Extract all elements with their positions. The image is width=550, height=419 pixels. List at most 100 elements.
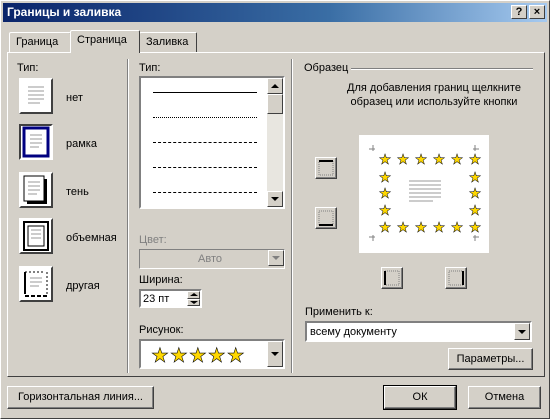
type-shadow-icon: [23, 175, 47, 204]
type-3d-label: объемная: [66, 232, 117, 244]
arrow-up-icon: [271, 84, 279, 88]
line-style-solid[interactable]: [153, 92, 257, 93]
options-button[interactable]: Параметры...: [448, 348, 533, 370]
bottom-border-icon: [318, 210, 334, 226]
type-shadow-button[interactable]: [19, 172, 53, 208]
tab-page-border-label: Страница: [77, 34, 127, 46]
close-button[interactable]: ×: [529, 5, 545, 19]
bottom-border-button[interactable]: [315, 207, 337, 229]
type-3d-icon: [23, 221, 49, 251]
art-value: ★★★★★: [151, 345, 246, 368]
preview-heading: Образец: [304, 62, 349, 74]
preview-star: ★: [397, 151, 410, 167]
preview-heading-line: [351, 68, 533, 70]
preview-star: ★: [469, 151, 482, 167]
apply-to-dropdown-button[interactable]: [514, 323, 530, 340]
corner-mark-top-left: [369, 145, 375, 151]
tab-shading[interactable]: Заливка: [139, 32, 197, 52]
scroll-down-button[interactable]: [267, 191, 283, 207]
line-style-list[interactable]: [139, 76, 285, 209]
top-border-icon: [318, 160, 334, 176]
cancel-button[interactable]: Отмена: [468, 386, 541, 409]
preview-star: ★: [451, 151, 464, 167]
color-dropdown[interactable]: Авто: [139, 249, 285, 269]
tab-border-label: Граница: [16, 36, 59, 48]
type-none-icon: [28, 86, 44, 104]
line-style-long-dash[interactable]: [153, 167, 257, 168]
tab-panel: Тип: нет рамка тень объемная другая Тип:…: [7, 52, 545, 377]
line-style-dotted[interactable]: [153, 117, 257, 118]
type-box-button[interactable]: [19, 124, 53, 160]
art-dropdown-button[interactable]: [267, 341, 283, 367]
type-custom-label: другая: [66, 280, 100, 292]
preview-star: ★: [415, 151, 428, 167]
column-divider-left: [127, 59, 129, 373]
preview-star: ★: [379, 169, 392, 185]
preview-star: ★: [433, 151, 446, 167]
preview-star: ★: [397, 219, 410, 235]
scroll-thumb[interactable]: [267, 94, 283, 114]
line-style-heading: Тип:: [139, 62, 161, 74]
line-style-scrollbar[interactable]: [267, 78, 283, 207]
scroll-up-button[interactable]: [267, 78, 283, 94]
right-border-icon: [448, 270, 464, 286]
type-box-label: рамка: [66, 138, 97, 150]
chevron-down-icon: [272, 256, 280, 260]
horizontal-line-button[interactable]: Горизонтальная линия...: [7, 386, 154, 409]
dialog-window: Границы и заливка ? × Граница Страница З…: [0, 0, 550, 419]
preview-star: ★: [379, 151, 392, 167]
color-value: Авто: [198, 253, 222, 265]
left-border-icon: [384, 270, 400, 286]
preview-hint: Для добавления границ щелкните образец и…: [347, 82, 521, 108]
color-label: Цвет:: [139, 234, 167, 246]
chevron-down-icon: [518, 330, 526, 334]
type-heading: Тип:: [17, 62, 39, 74]
width-down-button[interactable]: [187, 299, 200, 306]
right-border-button[interactable]: [445, 267, 467, 289]
preview-star: ★: [379, 219, 392, 235]
preview-star: ★: [469, 219, 482, 235]
art-dropdown[interactable]: ★★★★★: [139, 339, 285, 369]
type-custom-icon: [24, 271, 48, 297]
width-up-button[interactable]: [187, 291, 200, 299]
type-shadow-label: тень: [66, 186, 89, 198]
preview-border-drawing: ★★★★★★★★★★★★★ ★★ ★★ ★: [369, 145, 482, 241]
type-none-label: нет: [66, 92, 83, 104]
preview-star: ★: [379, 202, 392, 218]
ok-button[interactable]: ОК: [383, 385, 457, 410]
preview-star: ★: [433, 219, 446, 235]
preview-page[interactable]: ★ ★ ★ ★ ★ ★ ★ ★ ★ ★ ★ ★ ★ ★ ★ ★ ★ ★: [359, 135, 489, 253]
width-label-text: Ширина:: [139, 274, 183, 286]
preview-star: ★: [469, 169, 482, 185]
preview-star: ★: [469, 185, 482, 201]
top-border-button[interactable]: [315, 157, 337, 179]
preview-star: ★: [469, 202, 482, 218]
type-3d-button[interactable]: [19, 218, 53, 254]
left-border-button[interactable]: [381, 267, 403, 289]
help-button[interactable]: ?: [511, 5, 527, 19]
line-style-dash-dot[interactable]: [153, 192, 257, 193]
width-value: 23 пт: [143, 293, 170, 305]
arrow-down-icon: [271, 197, 279, 201]
column-divider-right: [291, 59, 293, 373]
type-custom-button[interactable]: [19, 266, 53, 302]
title-bar[interactable]: Границы и заливка ? ×: [3, 3, 547, 22]
preview-star: ★: [415, 219, 428, 235]
tab-border[interactable]: Граница: [9, 32, 71, 52]
corner-mark-bottom-right: [473, 235, 479, 241]
tab-shading-label: Заливка: [146, 36, 189, 48]
apply-to-value: всему документу: [310, 326, 397, 338]
color-dropdown-button[interactable]: [268, 250, 284, 266]
width-field[interactable]: 23 пт: [139, 289, 202, 308]
line-style-dashed[interactable]: [153, 142, 257, 143]
corner-mark-bottom-left: [369, 235, 375, 241]
type-box-icon: [22, 126, 50, 158]
preview-star: ★: [379, 185, 392, 201]
arrow-up-icon: [190, 293, 198, 296]
width-label: Ширина:: [139, 274, 183, 286]
tab-page-border[interactable]: Страница: [70, 30, 140, 53]
window-title: Границы и заливка: [7, 5, 122, 19]
art-label: Рисунок:: [139, 324, 184, 336]
type-none-button[interactable]: [19, 78, 53, 114]
apply-to-dropdown[interactable]: всему документу: [305, 321, 532, 342]
